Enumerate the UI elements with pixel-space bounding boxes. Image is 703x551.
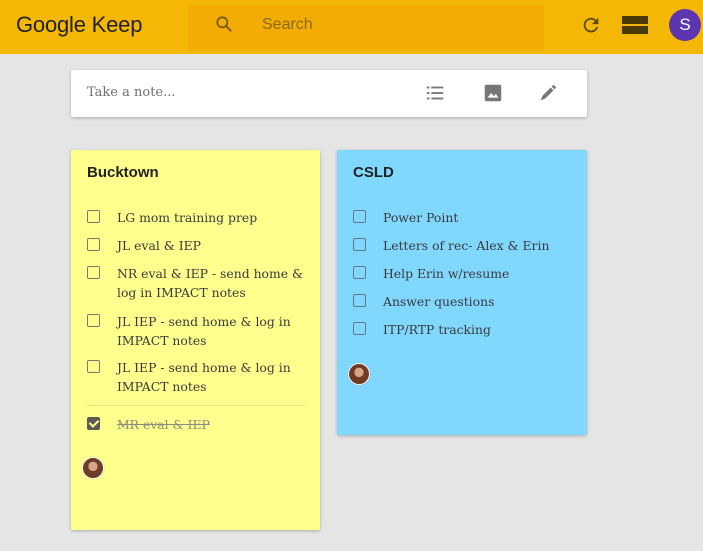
checkbox[interactable] [353, 294, 366, 307]
checkbox[interactable] [87, 238, 100, 251]
checklist-icon[interactable] [424, 82, 446, 104]
app-header: Google Keep S [0, 0, 703, 54]
checkbox[interactable] [353, 210, 366, 223]
checklist-item-text[interactable]: Power Point [383, 208, 583, 227]
search-icon[interactable] [214, 14, 234, 34]
checkbox[interactable] [87, 360, 100, 373]
completed-divider [87, 405, 305, 406]
checklist-item-text[interactable]: JL IEP - send home & log in IMPACT notes [117, 312, 317, 350]
checkbox[interactable] [87, 266, 100, 279]
image-icon[interactable] [482, 82, 504, 104]
checkbox-checked[interactable] [87, 417, 100, 430]
take-note-bar[interactable]: Take a note... [71, 70, 587, 117]
checkbox[interactable] [353, 322, 366, 335]
checkbox[interactable] [87, 314, 100, 327]
checklist-item-text[interactable]: ITP/RTP tracking [383, 320, 583, 339]
checkbox[interactable] [87, 210, 100, 223]
refresh-icon[interactable] [580, 14, 602, 36]
note-title[interactable]: Bucktown [87, 164, 159, 181]
take-note-placeholder[interactable]: Take a note... [87, 85, 176, 100]
note-card-bucktown[interactable]: Bucktown LG mom training prep JL eval & … [71, 150, 320, 530]
note-title[interactable]: CSLD [353, 164, 394, 181]
checklist-item-text[interactable]: Letters of rec- Alex & Erin [383, 236, 583, 255]
drawing-icon[interactable] [537, 82, 559, 104]
checkbox[interactable] [353, 238, 366, 251]
list-view-icon[interactable] [622, 15, 648, 35]
note-card-csld[interactable]: CSLD Power Point Letters of rec- Alex & … [337, 150, 587, 435]
search-input[interactable] [262, 14, 512, 36]
collaborator-avatar[interactable] [82, 457, 104, 479]
checklist-item-text[interactable]: MR eval & IEP [117, 415, 317, 434]
account-avatar[interactable]: S [669, 9, 701, 41]
checklist-item-text[interactable]: NR eval & IEP - send home & log in IMPAC… [117, 264, 317, 302]
checklist-item-text[interactable]: JL IEP - send home & log in IMPACT notes [117, 358, 317, 396]
checkbox[interactable] [353, 266, 366, 279]
app-logo[interactable]: Google Keep [16, 12, 142, 38]
collaborator-avatar[interactable] [348, 363, 370, 385]
checklist-item-text[interactable]: Help Erin w/resume [383, 264, 583, 283]
checklist-item-text[interactable]: Answer questions [383, 292, 583, 311]
checklist-item-text[interactable]: JL eval & IEP [117, 236, 317, 255]
checklist-item-text[interactable]: LG mom training prep [117, 208, 317, 227]
